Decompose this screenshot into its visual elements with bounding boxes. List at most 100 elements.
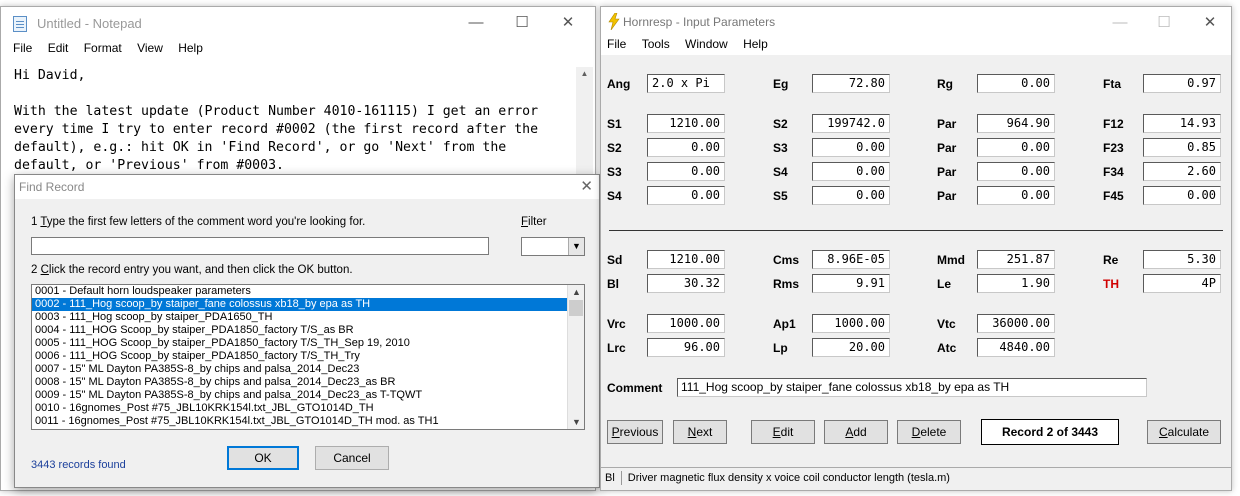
record-list-item[interactable]: 0007 - 15" ML Dayton PA385S-8_by chips a… [32, 363, 584, 376]
previous-button[interactable]: Previous [607, 420, 663, 444]
search-input[interactable] [31, 237, 489, 255]
menu-help[interactable]: Help [178, 41, 203, 55]
field-eg[interactable]: 72.80 [812, 74, 890, 93]
edit-button[interactable]: Edit [751, 420, 815, 444]
label-par: Par [937, 141, 957, 155]
scroll-up-icon[interactable]: ▲ [576, 67, 593, 81]
record-list-item[interactable]: 0001 - Default horn loudspeaker paramete… [32, 285, 584, 298]
label-s2: S2 [607, 141, 622, 155]
field-re[interactable]: 5.30 [1143, 250, 1221, 269]
field-s2-b[interactable]: 0.00 [647, 138, 725, 157]
record-list[interactable]: 0001 - Default horn loudspeaker paramete… [31, 284, 585, 430]
chevron-down-icon[interactable]: ▼ [568, 238, 584, 255]
calculate-button[interactable]: Calculate [1147, 420, 1221, 444]
field-vrc[interactable]: 1000.00 [647, 314, 725, 333]
field-par-2[interactable]: 0.00 [977, 138, 1055, 157]
menu-tools[interactable]: Tools [642, 37, 670, 51]
label-ang: Ang [607, 77, 631, 91]
label-rms: Rms [773, 277, 800, 291]
field-bl[interactable]: 30.32 [647, 274, 725, 293]
field-par-3[interactable]: 0.00 [977, 162, 1055, 181]
field-rms[interactable]: 9.91 [812, 274, 890, 293]
scroll-down-icon[interactable]: ▼ [568, 415, 584, 429]
filter-dropdown[interactable]: ▼ [521, 237, 585, 256]
comment-field[interactable]: 111_Hog scoop_by staiper_fane colossus x… [677, 378, 1147, 397]
field-lp[interactable]: 20.00 [812, 338, 890, 357]
field-f45[interactable]: 0.00 [1143, 186, 1221, 205]
field-s1[interactable]: 1210.00 [647, 114, 725, 133]
record-list-item[interactable]: 0006 - 111_HOG Scoop_by staiper_PDA1850_… [32, 350, 584, 363]
field-s4-b[interactable]: 0.00 [647, 186, 725, 205]
scroll-thumb[interactable] [569, 300, 583, 316]
close-icon[interactable]: ✕ [1187, 7, 1233, 39]
field-s5[interactable]: 0.00 [812, 186, 890, 205]
status-text: Driver magnetic flux density x voice coi… [627, 472, 950, 484]
field-par-1[interactable]: 964.90 [977, 114, 1055, 133]
close-icon[interactable]: ✕ [580, 177, 593, 195]
minimize-icon[interactable]: — [453, 7, 499, 39]
ok-button[interactable]: OK [227, 446, 299, 470]
field-rg[interactable]: 0.00 [977, 74, 1055, 93]
notepad-scrollbar[interactable]: ▲ [576, 67, 593, 187]
field-s2[interactable]: 199742.0 [812, 114, 890, 133]
field-par-4[interactable]: 0.00 [977, 186, 1055, 205]
field-mmd[interactable]: 251.87 [977, 250, 1055, 269]
field-ang[interactable]: 2.0 x Pi [647, 74, 725, 93]
record-list-item[interactable]: 0005 - 111_HOG Scoop_by staiper_PDA1850_… [32, 337, 584, 350]
field-f12[interactable]: 14.93 [1143, 114, 1221, 133]
maximize-icon[interactable]: ☐ [1141, 7, 1187, 39]
hornresp-titlebar[interactable]: Hornresp - Input Parameters — ☐ ✕ [601, 7, 1231, 37]
record-list-item[interactable]: 0002 - 111_Hog scoop_by staiper_fane col… [32, 298, 584, 311]
delete-button[interactable]: Delete [897, 420, 961, 444]
field-le[interactable]: 1.90 [977, 274, 1055, 293]
field-cms[interactable]: 8.96E-05 [812, 250, 890, 269]
record-list-item[interactable]: 0009 - 15" ML Dayton PA385S-8_by chips a… [32, 389, 584, 402]
field-lrc[interactable]: 96.00 [647, 338, 725, 357]
field-s3[interactable]: 0.00 [812, 138, 890, 157]
close-icon[interactable]: ✕ [545, 7, 591, 39]
notepad-titlebar[interactable]: Untitled - Notepad — ☐ ✕ [1, 7, 595, 39]
record-list-item[interactable]: 0004 - 111_HOG Scoop_by staiper_PDA1850_… [32, 324, 584, 337]
field-s4[interactable]: 0.00 [812, 162, 890, 181]
field-vtc[interactable]: 36000.00 [977, 314, 1055, 333]
next-button[interactable]: Next [673, 420, 727, 444]
field-ap1[interactable]: 1000.00 [812, 314, 890, 333]
field-fta[interactable]: 0.97 [1143, 74, 1221, 93]
menu-format[interactable]: Format [84, 41, 122, 55]
label-vrc: Vrc [607, 317, 626, 331]
menu-help[interactable]: Help [743, 37, 768, 51]
section-divider [609, 230, 1223, 231]
field-f34[interactable]: 2.60 [1143, 162, 1221, 181]
find-record-titlebar[interactable]: Find Record ✕ [15, 175, 599, 199]
label-f34: F34 [1103, 165, 1124, 179]
maximize-icon[interactable]: ☐ [499, 7, 545, 39]
minimize-icon[interactable]: — [1097, 7, 1143, 39]
find-record-title: Find Record [19, 180, 85, 194]
menu-edit[interactable]: Edit [48, 41, 69, 55]
menu-file[interactable]: File [13, 41, 32, 55]
add-button[interactable]: Add [824, 420, 888, 444]
label-s4: S4 [607, 189, 622, 203]
label-th[interactable]: TH [1103, 277, 1119, 291]
record-list-item[interactable]: 0010 - 16gnomes_Post #75_JBL10KRK154l.tx… [32, 402, 584, 415]
field-f23[interactable]: 0.85 [1143, 138, 1221, 157]
lightning-icon [608, 13, 620, 30]
field-sd[interactable]: 1210.00 [647, 250, 725, 269]
label-cms: Cms [773, 253, 800, 267]
menu-window[interactable]: Window [685, 37, 728, 51]
record-list-scrollbar[interactable]: ▲ ▼ [567, 285, 584, 429]
menu-view[interactable]: View [137, 41, 163, 55]
scroll-up-icon[interactable]: ▲ [568, 285, 584, 299]
field-atc[interactable]: 4840.00 [977, 338, 1055, 357]
menu-file[interactable]: File [607, 37, 626, 51]
record-list-item[interactable]: 0011 - 16gnomes_Post #75_JBL10KRK154l.tx… [32, 415, 584, 428]
cancel-button[interactable]: Cancel [315, 446, 389, 470]
record-list-item[interactable]: 0008 - 15" ML Dayton PA385S-8_by chips a… [32, 376, 584, 389]
field-s3-b[interactable]: 0.00 [647, 162, 725, 181]
label-f45: F45 [1103, 189, 1124, 203]
label-s3: S3 [607, 165, 622, 179]
hornresp-menubar: File Tools Window Help [601, 37, 1231, 55]
record-list-item[interactable]: 0003 - 111_Hog scoop_by staiper_PDA1650_… [32, 311, 584, 324]
notepad-text-area[interactable]: Hi David, With the latest update (Produc… [14, 67, 574, 175]
field-th[interactable]: 4P [1143, 274, 1221, 293]
